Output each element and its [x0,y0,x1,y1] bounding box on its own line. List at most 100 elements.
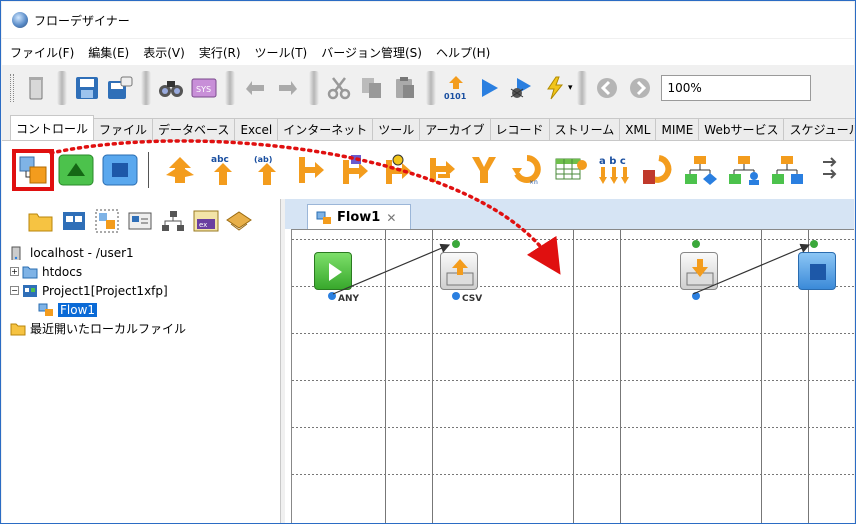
branch-up-icon[interactable] [159,149,200,191]
run-icon[interactable] [473,72,505,104]
output-port[interactable] [328,292,336,300]
batch-task-icon[interactable] [767,149,808,191]
trash-icon[interactable] [20,72,52,104]
chevron-down-icon[interactable]: ▾ [568,83,573,93]
find-icon[interactable] [155,72,187,104]
server-icon [11,246,21,260]
close-icon[interactable]: ✕ [386,211,396,225]
transaction-icon[interactable] [680,149,721,191]
zoom-select[interactable]: 100% [660,75,811,101]
tree-item-htdocs[interactable]: + htdocs [10,262,280,281]
variable-branch-icon[interactable]: abc [203,149,244,191]
compile-icon[interactable]: 0101 [440,72,472,104]
save-as-icon[interactable] [104,72,136,104]
tree-root[interactable]: localhost - /user1 [10,243,280,262]
undo-icon[interactable] [239,72,271,104]
import-icon[interactable] [224,206,254,236]
tab-file[interactable]: ファイル [93,118,154,140]
tab-xml[interactable]: XML [619,118,657,140]
tab-webservice[interactable]: Webサービス [698,118,785,140]
debug-icon[interactable] [506,72,538,104]
folder-icon [22,266,38,278]
menu-help[interactable]: ヘルプ(H) [436,44,490,61]
table-loop-icon[interactable] [550,149,591,191]
menu-tools[interactable]: ツール(T) [255,44,308,61]
stop-icon [810,264,826,280]
merge-icon[interactable] [463,149,504,191]
flow-icon [316,211,331,224]
tab-schedule[interactable]: スケジュール [783,118,855,140]
palette-separator [148,152,150,188]
project-tree: localhost - /user1 + htdocs − Project1[P… [2,243,280,338]
tab-tools[interactable]: ツール [372,118,421,140]
toolbar-grip[interactable] [10,74,14,102]
string-loop-icon[interactable]: a b c [594,149,635,191]
tab-mime[interactable]: MIME [655,118,700,140]
output-port[interactable] [452,292,460,300]
flow-editor: Flow1 ✕ ANY CSV [285,199,854,523]
tab-excel[interactable]: Excel [234,118,279,140]
save-icon[interactable] [71,72,103,104]
tree-item-project1[interactable]: − Project1[Project1xfp] [10,281,280,300]
tab-record[interactable]: レコード [489,118,550,140]
new-project-icon[interactable] [59,206,89,236]
trigger-icon[interactable] [539,72,571,104]
cut-icon[interactable] [323,72,355,104]
new-component-icon[interactable] [125,206,155,236]
user-task-icon[interactable] [724,149,765,191]
tab-control[interactable]: コントロール [10,115,95,140]
tab-database[interactable]: データベース [152,118,236,140]
open-folder-icon[interactable] [26,206,56,236]
toolbar-separator [426,71,436,105]
collapse-toggle[interactable]: − [10,286,19,295]
toolbar-separator [309,71,319,105]
input-port[interactable] [810,240,818,248]
menu-edit[interactable]: 編集(E) [88,44,129,61]
parallel-branch-icon[interactable] [420,149,461,191]
input-port[interactable] [692,240,700,248]
menu-run[interactable]: 実行(R) [199,44,241,61]
csv-output-node[interactable] [440,252,478,290]
tree-item-flow1[interactable]: Flow1 [10,300,280,319]
tab-stream[interactable]: ストリーム [548,118,621,140]
tab-label: Flow1 [337,210,381,225]
start-component-icon[interactable] [56,149,97,191]
play-icon [329,263,342,281]
more-components-icon[interactable] [811,149,852,191]
back-icon[interactable] [591,72,623,104]
copy-icon[interactable] [356,72,388,104]
output-port[interactable] [692,292,700,300]
svg-text:abc: abc [211,155,229,165]
end-node[interactable] [798,252,836,290]
start-node[interactable] [314,252,352,290]
end-component-icon[interactable] [99,149,140,191]
menu-file[interactable]: ファイル(F) [10,44,74,61]
tab-archive[interactable]: アーカイブ [419,118,491,140]
explorer-toolbar: ex [2,199,280,243]
new-flow-icon[interactable] [92,206,122,236]
tree-item-recent-local-files[interactable]: 最近開いたローカルファイル [10,319,280,338]
redo-icon[interactable] [272,72,304,104]
download-icon [686,259,714,286]
menu-version-control[interactable]: バージョン管理(S) [321,44,422,61]
input-port[interactable] [452,240,460,248]
excel-icon[interactable]: ex [191,206,221,236]
forward-icon[interactable] [624,72,656,104]
menu-view[interactable]: 表示(V) [143,44,185,61]
loop-icon[interactable]: ×n [507,149,548,191]
paste-icon[interactable] [389,72,421,104]
data-loop-icon[interactable] [637,149,678,191]
system-icon[interactable]: SYS [188,72,220,104]
fork-icon[interactable] [290,149,331,191]
expand-toggle[interactable]: + [10,267,19,276]
flow-icon [38,303,53,316]
expression-branch-icon[interactable]: (ab) [246,149,287,191]
subflow-component-icon[interactable] [12,149,54,191]
tab-internet[interactable]: インターネット [277,118,374,140]
csv-input-node[interactable] [680,252,718,290]
new-tree-icon[interactable] [158,206,188,236]
exception-branch-icon[interactable] [376,149,417,191]
tab-flow1[interactable]: Flow1 ✕ [307,204,411,230]
flow-canvas[interactable]: ANY CSV [291,229,854,523]
error-branch-icon[interactable] [333,149,374,191]
